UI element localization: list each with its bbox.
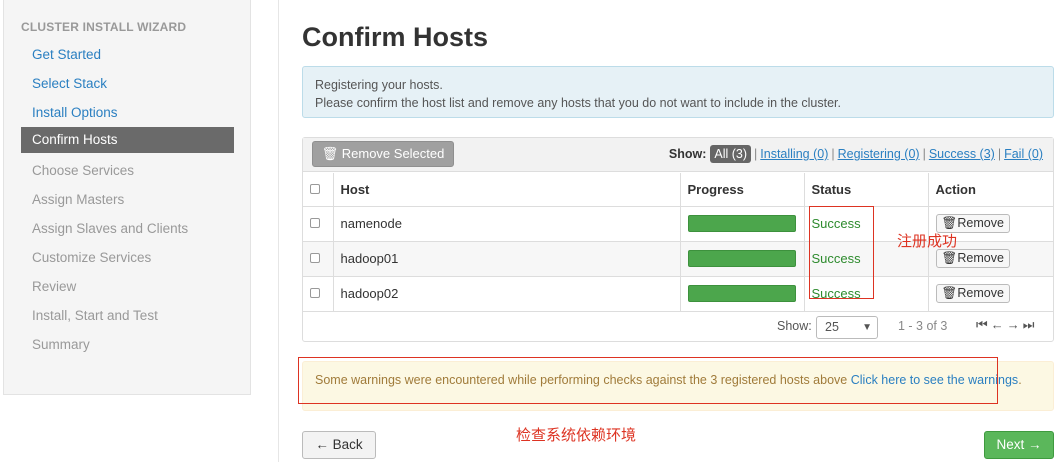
wizard-sidebar: CLUSTER INSTALL WIZARD Get Started Selec… <box>3 0 251 395</box>
trash-icon: 🗑 <box>321 146 339 161</box>
row-select-cell <box>303 241 334 277</box>
row-checkbox[interactable] <box>310 218 320 228</box>
sidebar-item-select-stack[interactable]: Select Stack <box>21 69 234 98</box>
progress-cell <box>680 241 805 277</box>
next-page-icon[interactable]: → <box>1007 317 1023 332</box>
progress-bar <box>687 250 796 267</box>
filter-separator: | <box>922 147 926 161</box>
prev-page-icon[interactable]: ← <box>991 317 1007 332</box>
show-label: Show: <box>668 147 707 161</box>
info-alert: Registering your hosts. Please confirm t… <box>302 66 1054 118</box>
trash-icon: 🗑 <box>941 251 958 265</box>
filter-separator: | <box>997 147 1002 161</box>
sidebar-item-summary: Summary <box>32 337 90 352</box>
trash-icon: 🗑 <box>941 286 958 300</box>
filter-fail[interactable]: Fail (0) <box>1004 147 1043 161</box>
status-annotation: 注册成功 <box>897 233 958 250</box>
sidebar-item-get-started[interactable]: Get Started <box>21 40 234 69</box>
page-title: Confirm Hosts <box>302 22 489 52</box>
status-filters: Show: All (3) | Installing (0) | Registering … <box>669 143 1043 165</box>
table-row: hadoop02 Success 🗑Remove <box>303 276 1053 312</box>
last-page-icon[interactable]: ⏭ <box>1023 317 1038 332</box>
row-select-cell <box>303 206 334 242</box>
remove-selected-button[interactable]: 🗑 Remove Selected <box>312 141 454 167</box>
sidebar-header: CLUSTER INSTALL WIZARD <box>21 20 187 34</box>
progress-cell <box>680 276 805 312</box>
page-size-label: Show: <box>777 319 812 333</box>
column-progress: Progress <box>680 173 805 207</box>
sidebar-item-confirm-hosts[interactable]: Confirm Hosts <box>21 127 234 153</box>
env-annotation: 检查系统依赖环境 <box>516 427 637 444</box>
remove-selected-label: Remove Selected <box>341 146 445 161</box>
row-checkbox[interactable] <box>310 288 320 298</box>
action-cell: 🗑Remove <box>928 276 1053 312</box>
sidebar-item-assign-slaves: Assign Slaves and Clients <box>32 221 189 236</box>
trash-icon: 🗑 <box>941 216 958 230</box>
table-pager: Show: 25 ▼ 1 - 3 of 3 ⏮←→⏭ <box>303 314 1053 342</box>
first-page-icon[interactable]: ⏮ <box>976 317 991 332</box>
host-name: hadoop01 <box>333 241 681 277</box>
sidebar-item-choose-services: Choose Services <box>32 163 135 178</box>
select-all-checkbox[interactable] <box>310 183 320 194</box>
back-button[interactable]: ← Back <box>302 431 376 459</box>
info-line-2: Please confirm the host list and remove … <box>315 96 841 110</box>
caret-down-icon: ▼ <box>862 322 872 333</box>
sidebar-item-assign-masters: Assign Masters <box>32 192 125 207</box>
info-line-1: Registering your hosts. <box>315 78 443 92</box>
hosts-toolbar: 🗑 Remove Selected Show: All (3) | Installin… <box>303 138 1053 172</box>
progress-bar <box>687 215 796 232</box>
sidebar-item-customize-services: Customize Services <box>32 250 152 265</box>
row-checkbox[interactable] <box>310 253 320 263</box>
filter-installing[interactable]: Installing (0) <box>760 147 828 161</box>
progress-cell <box>680 206 805 242</box>
page-range: 1 - 3 of 3 <box>898 319 948 333</box>
filter-separator: | <box>831 147 835 161</box>
table-header-row: Host Progress Status Action <box>303 173 1053 207</box>
filter-success[interactable]: Success (3) <box>929 147 995 161</box>
status-highlight-box <box>809 206 874 299</box>
remove-label: Remove <box>957 251 1004 265</box>
column-host: Host <box>333 173 681 207</box>
wizard-steps: Get Started Select Stack Install Options… <box>21 40 234 359</box>
host-name: namenode <box>333 206 681 242</box>
sidebar-item-review: Review <box>32 279 77 294</box>
column-status: Status <box>804 173 929 207</box>
remove-host-button[interactable]: 🗑Remove <box>935 284 1010 303</box>
filter-all[interactable]: All (3) <box>710 145 752 163</box>
page-size-select[interactable]: 25 ▼ <box>816 316 878 339</box>
select-all-cell <box>303 173 334 207</box>
filter-registering[interactable]: Registering (0) <box>838 147 920 161</box>
warning-end: . <box>1018 373 1022 387</box>
page-size-value: 25 <box>825 320 839 334</box>
progress-bar <box>687 285 796 302</box>
remove-label: Remove <box>957 286 1004 300</box>
sidebar-item-install-start-test: Install, Start and Test <box>32 308 158 323</box>
remove-host-button[interactable]: 🗑Remove <box>935 249 1010 268</box>
host-name: hadoop02 <box>333 276 681 312</box>
warning-highlight-box <box>298 357 998 404</box>
pager-nav: ⏮←→⏭ <box>976 317 1037 333</box>
filter-separator: | <box>754 147 758 161</box>
divider <box>278 0 279 462</box>
next-button[interactable]: Next → <box>984 431 1054 459</box>
remove-label: Remove <box>957 216 1004 230</box>
row-select-cell <box>303 276 334 312</box>
sidebar-item-install-options[interactable]: Install Options <box>21 98 234 127</box>
column-action: Action <box>928 173 1053 207</box>
